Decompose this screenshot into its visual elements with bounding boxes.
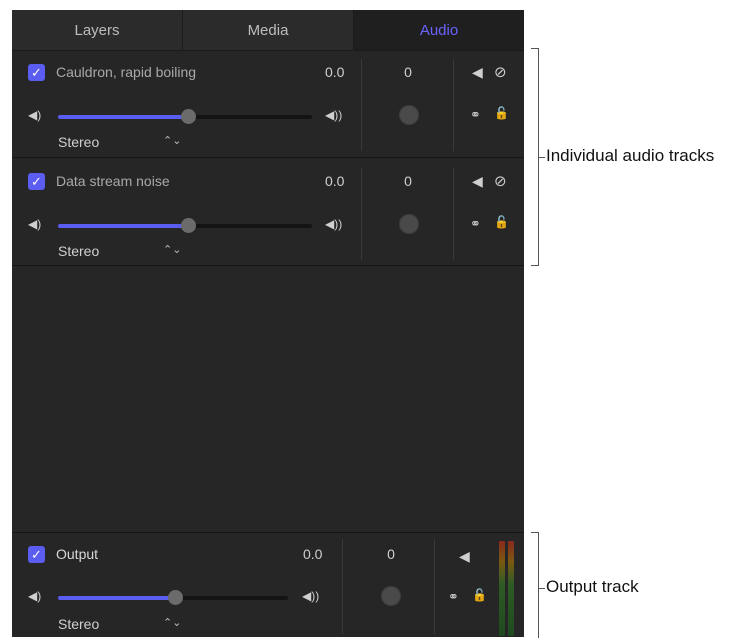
pan-knob[interactable] [399, 105, 419, 125]
track-enable-checkbox[interactable]: ✓ [28, 64, 45, 81]
speaker-icon[interactable]: ◀ [472, 64, 483, 81]
lock-open-icon[interactable]: 🔓 [494, 106, 509, 120]
track-name: Data stream noise [56, 173, 170, 189]
volume-low-icon: ◀) [28, 217, 42, 231]
level-meter-right [508, 541, 514, 636]
tab-media[interactable]: Media [183, 10, 354, 50]
column-divider [342, 539, 343, 634]
pan-value[interactable]: 0 [393, 173, 423, 189]
pan-value[interactable]: 0 [393, 64, 423, 80]
audio-track: ✓ Cauldron, rapid boiling 0.0 ◀) ◀)) Ste… [12, 51, 524, 158]
audio-track: ✓ Data stream noise 0.0 ◀) ◀)) Stereo ⌃⌄… [12, 158, 524, 266]
channel-mode-label[interactable]: Stereo [58, 134, 99, 150]
pan-knob[interactable] [399, 214, 419, 234]
solo-off-icon[interactable]: ⊘ [494, 63, 507, 81]
tab-audio[interactable]: Audio [354, 10, 524, 50]
pan-knob[interactable] [381, 586, 401, 606]
volume-slider-knob[interactable] [168, 590, 184, 605]
volume-slider[interactable] [58, 109, 312, 124]
volume-low-icon: ◀) [28, 589, 42, 603]
level-meter-left [499, 541, 505, 636]
volume-high-icon: ◀)) [325, 108, 343, 122]
column-divider [434, 539, 435, 634]
output-bracket [531, 532, 539, 638]
track-level-value[interactable]: 0.0 [325, 64, 344, 80]
channel-mode-label[interactable]: Stereo [58, 616, 99, 632]
volume-slider-fill [58, 224, 188, 228]
solo-off-icon[interactable]: ⊘ [494, 172, 507, 190]
tab-bar: Layers Media Audio [12, 10, 524, 50]
lock-open-icon[interactable]: 🔓 [472, 588, 487, 602]
link-icon[interactable]: ⚭ [448, 589, 459, 605]
chevron-updown-icon[interactable]: ⌃⌄ [163, 616, 181, 629]
output-callout-line [538, 588, 545, 589]
volume-high-icon: ◀)) [302, 589, 320, 603]
column-divider [453, 59, 454, 151]
output-name: Output [56, 546, 99, 562]
channel-mode-label[interactable]: Stereo [58, 243, 99, 259]
audio-inspector-panel: Layers Media Audio ✓ Cauldron, rapid boi… [12, 10, 524, 637]
track-enable-checkbox[interactable]: ✓ [28, 173, 45, 190]
output-volume-slider[interactable] [58, 590, 288, 605]
speaker-icon[interactable]: ◀ [459, 548, 470, 565]
link-off-icon[interactable]: ⚭ [470, 107, 481, 123]
column-divider [453, 168, 454, 260]
output-enable-checkbox[interactable]: ✓ [28, 546, 45, 563]
volume-slider-fill [58, 596, 176, 600]
volume-slider[interactable] [58, 218, 312, 233]
chevron-updown-icon[interactable]: ⌃⌄ [163, 243, 181, 256]
chevron-updown-icon[interactable]: ⌃⌄ [163, 134, 181, 147]
lock-open-icon[interactable]: 🔓 [494, 215, 509, 229]
output-callout-label: Output track [546, 577, 639, 596]
pan-value[interactable]: 0 [376, 546, 406, 562]
volume-high-icon: ◀)) [325, 217, 343, 231]
column-divider [361, 168, 362, 260]
tab-layers[interactable]: Layers [12, 10, 183, 50]
output-track: ✓ Output 0.0 ◀) ◀)) Stereo ⌃⌄ 0 ◀ ⚭ 🔓 [12, 532, 524, 637]
track-name: Cauldron, rapid boiling [56, 64, 197, 80]
track-level-value[interactable]: 0.0 [325, 173, 344, 189]
column-divider [361, 59, 362, 151]
tracks-callout-line [538, 157, 545, 158]
track-separator [12, 265, 524, 266]
volume-low-icon: ◀) [28, 108, 42, 122]
output-level-value[interactable]: 0.0 [303, 546, 322, 562]
link-off-icon[interactable]: ⚭ [470, 216, 481, 232]
tracks-callout-label: Individual audio tracks [546, 146, 715, 165]
volume-slider-knob[interactable] [180, 218, 196, 233]
volume-slider-fill [58, 115, 188, 119]
speaker-icon[interactable]: ◀ [472, 173, 483, 190]
volume-slider-knob[interactable] [180, 109, 196, 124]
